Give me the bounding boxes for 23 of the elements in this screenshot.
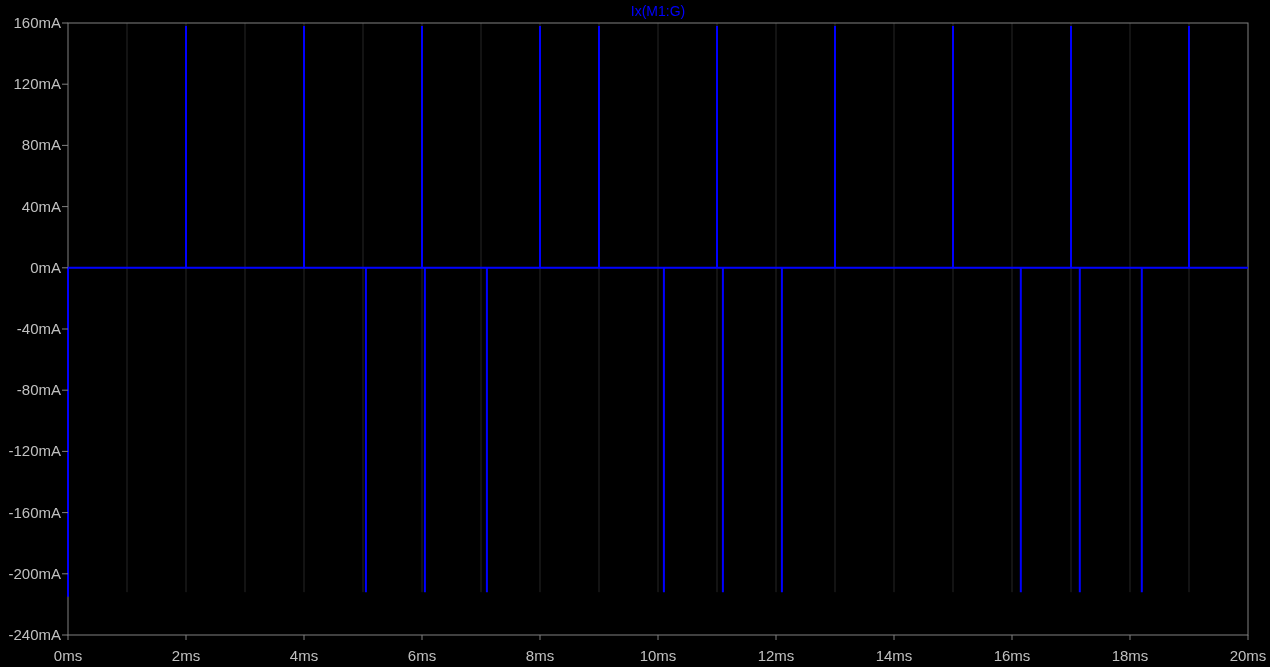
x-tick-label: 2ms [171, 647, 201, 664]
y-tick-label: -160mA [8, 503, 61, 521]
y-tick-label: -240mA [8, 626, 61, 643]
y-tick-label: -40mA [16, 320, 61, 337]
y-tick-label: -200mA [8, 564, 61, 582]
x-tick-label: 16ms [993, 647, 1031, 664]
y-tick-label: -120mA [8, 442, 61, 460]
y-tick-label: 160mA [13, 14, 61, 31]
y-tick-label: 40mA [21, 197, 61, 215]
x-tick-label: 4ms [289, 647, 319, 664]
x-tick-label: 18ms [1111, 647, 1149, 664]
x-tick-label: 20ms [1229, 647, 1267, 664]
y-tick-label: 0mA [30, 258, 61, 276]
x-tick-label: 10ms [639, 647, 677, 664]
y-tick-label: 120mA [13, 75, 61, 93]
y-tick-label: -80mA [16, 381, 61, 399]
chart-title: Ix(M1:G) [630, 3, 686, 19]
x-tick-label: 0ms [53, 647, 83, 664]
x-tick-label: 14ms [875, 647, 913, 664]
y-tick-label: 80mA [21, 136, 61, 154]
x-tick-label: 6ms [407, 647, 437, 664]
x-tick-label: 12ms [757, 647, 795, 664]
x-tick-label: 8ms [525, 647, 555, 664]
